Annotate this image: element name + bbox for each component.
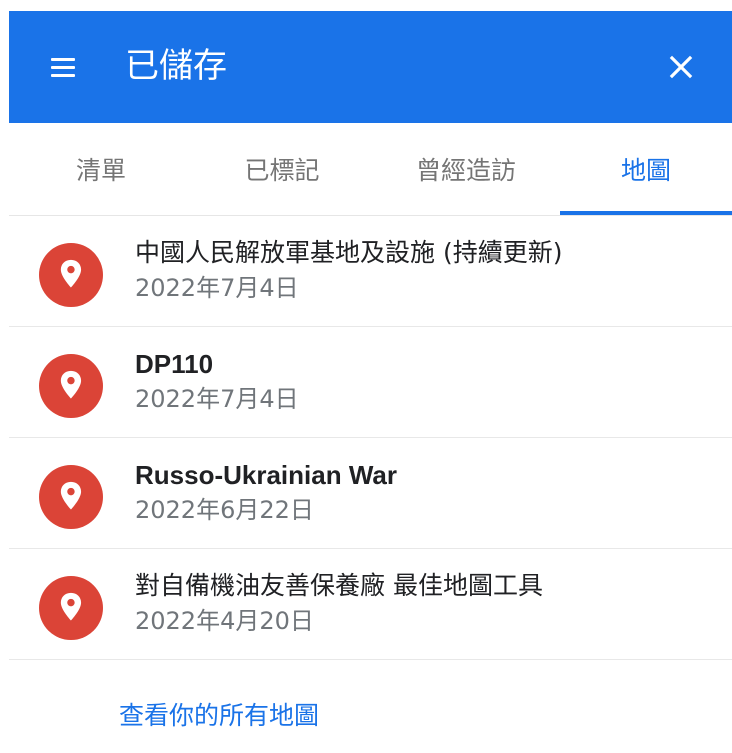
list-item[interactable]: 中國人民解放軍基地及設施 (持續更新) 2022年7月4日 — [9, 216, 732, 327]
map-pin-icon — [39, 243, 103, 307]
map-pin-icon — [39, 465, 103, 529]
tab-lists[interactable]: 清單 — [15, 123, 187, 215]
page-title: 已儲存 — [125, 46, 227, 86]
map-date: 2022年6月22日 — [135, 496, 314, 524]
map-date: 2022年4月20日 — [135, 607, 314, 635]
list-item[interactable]: DP110 2022年7月4日 — [9, 327, 732, 438]
list-item[interactable]: 對自備機油友善保養廠 最佳地圖工具 2022年4月20日 — [9, 549, 732, 660]
list-item[interactable]: Russo-Ukrainian War 2022年6月22日 — [9, 438, 732, 549]
tab-visited[interactable]: 曾經造訪 — [380, 123, 552, 215]
map-title: 中國人民解放軍基地及設施 (持續更新) — [135, 238, 563, 267]
map-pin-icon — [39, 354, 103, 418]
map-title: 對自備機油友善保養廠 最佳地圖工具 — [135, 571, 543, 600]
view-all-maps-link[interactable]: 查看你的所有地圖 — [119, 699, 319, 733]
map-date: 2022年7月4日 — [135, 385, 299, 413]
menu-icon[interactable] — [43, 49, 83, 85]
map-title: DP110 — [135, 349, 214, 379]
tab-maps[interactable]: 地圖 — [560, 123, 732, 215]
tab-bar: 清單 已標記 曾經造訪 地圖 — [9, 123, 732, 216]
map-date: 2022年7月4日 — [135, 274, 299, 302]
close-icon[interactable] — [659, 45, 703, 89]
saved-panel: 已儲存 清單 已標記 曾經造訪 地圖 中國人民解放軍基地及設施 (持續更新) 2… — [9, 11, 732, 753]
map-pin-icon — [39, 576, 103, 640]
maps-list: 中國人民解放軍基地及設施 (持續更新) 2022年7月4日 DP110 2022… — [9, 216, 732, 660]
app-bar: 已儲存 — [9, 11, 732, 123]
tab-labeled[interactable]: 已標記 — [196, 123, 368, 215]
active-tab-indicator — [560, 211, 732, 215]
map-title: Russo-Ukrainian War — [135, 460, 397, 490]
